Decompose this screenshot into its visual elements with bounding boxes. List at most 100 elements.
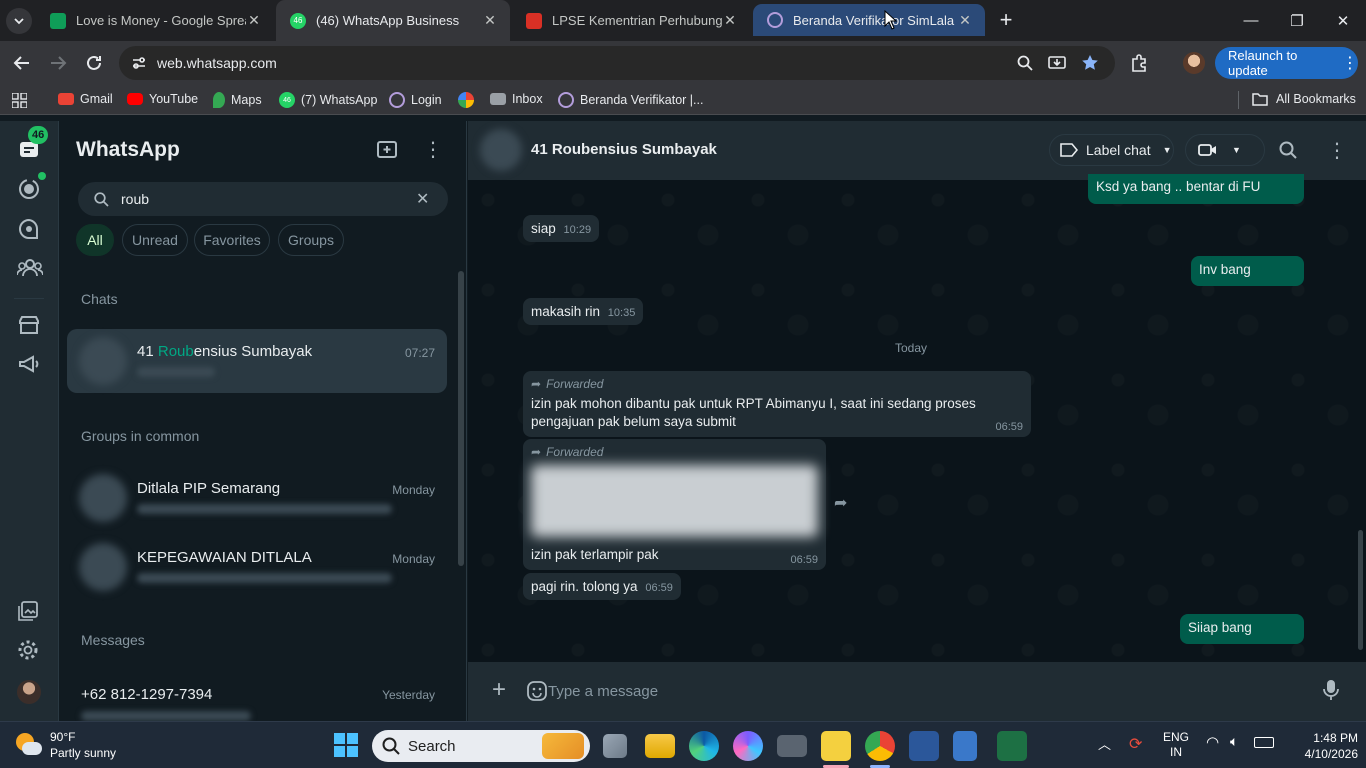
message-result[interactable]: +62 812-1297-7394 Yesterday — [67, 673, 447, 721]
profile-avatar[interactable] — [17, 680, 41, 704]
start-button[interactable] — [334, 733, 358, 757]
camera-icon[interactable] — [777, 735, 807, 757]
contact-name[interactable]: 41 Roubensius Sumbayak — [531, 141, 717, 158]
reload-button[interactable] — [82, 51, 106, 75]
word-icon[interactable] — [909, 731, 939, 761]
minimize-button[interactable]: — — [1228, 0, 1274, 41]
copilot-icon[interactable] — [733, 731, 763, 761]
task-view-icon[interactable] — [603, 734, 627, 758]
catalog-nav-button[interactable] — [17, 313, 41, 337]
taskbar-search[interactable]: Search — [372, 730, 590, 762]
label-chat-button[interactable]: Label chat ▼ — [1049, 134, 1174, 166]
bookmark-gmail[interactable]: Gmail — [58, 92, 113, 106]
group-result-ditlala-pip[interactable]: Ditlala PIP Semarang Monday — [67, 466, 447, 530]
bookmark-youtube[interactable]: YouTube — [127, 92, 198, 106]
new-tab-button[interactable]: + — [994, 9, 1018, 33]
message-incoming-forwarded-media[interactable]: ➦ Forwarded izin pak terlampir pak 06:59 — [523, 439, 826, 570]
tab-whatsapp[interactable]: 46 (46) WhatsApp Business ✕ — [276, 0, 510, 41]
group-result-kepegawaian[interactable]: KEPEGAWAIAN DITLALA Monday — [67, 535, 447, 599]
bookmark-verifikator[interactable]: Beranda Verifikator |... — [558, 92, 703, 108]
file-explorer-icon[interactable] — [645, 734, 675, 758]
site-info-icon[interactable] — [131, 55, 147, 71]
chrome-icon[interactable] — [865, 731, 895, 761]
message-outgoing[interactable]: Siiap bang — [1180, 614, 1304, 644]
media-nav-button[interactable] — [17, 600, 41, 624]
scrollbar[interactable] — [458, 271, 464, 566]
close-icon[interactable]: ✕ — [722, 12, 738, 29]
communities-nav-button[interactable] — [17, 256, 43, 280]
settings-nav-button[interactable] — [17, 639, 41, 663]
language-indicator[interactable]: ENG IN — [1163, 730, 1189, 760]
profile-avatar[interactable] — [1183, 52, 1205, 74]
close-window-button[interactable]: ✕ — [1320, 0, 1366, 41]
message-incoming[interactable]: makasih rin 10:35 — [523, 298, 644, 325]
emoji-icon[interactable] — [527, 681, 547, 701]
apps-grid-icon[interactable] — [12, 93, 27, 108]
close-icon[interactable]: ✕ — [957, 12, 973, 29]
relaunch-button[interactable]: Relaunch to update ⋮ — [1215, 47, 1358, 79]
search-box[interactable]: roub ✕ — [78, 182, 448, 216]
clock[interactable]: 1:48 PM 4/10/2026 — [1288, 730, 1358, 762]
group-name: KEPEGAWAIAN DITLALA — [137, 549, 312, 566]
status-nav-button[interactable] — [17, 172, 46, 201]
restore-button[interactable]: ❐ — [1274, 0, 1320, 41]
tab-simlala[interactable]: Beranda Verifikator SimLala ✕ — [753, 4, 985, 36]
weather-widget[interactable]: 90°F Partly sunny — [10, 729, 130, 763]
filter-favorites[interactable]: Favorites — [194, 224, 270, 256]
message-incoming[interactable]: siap 10:29 — [523, 215, 600, 242]
filter-all[interactable]: All — [76, 224, 114, 256]
bookmark-star-icon[interactable] — [1081, 54, 1099, 72]
message-incoming-forwarded[interactable]: ➦ Forwarded izin pak mohon dibantu pak un… — [523, 371, 1031, 437]
message-outgoing[interactable]: Inv bang — [1191, 256, 1304, 286]
microphone-icon[interactable] — [1322, 679, 1340, 701]
bookmark-inbox[interactable]: Inbox — [490, 92, 543, 106]
calculator-icon[interactable] — [953, 731, 977, 761]
message-input[interactable] — [548, 671, 1308, 711]
forward-button[interactable] — [46, 51, 70, 75]
wifi-icon[interactable]: ◠ — [1206, 733, 1219, 751]
chat-scrollbar[interactable] — [1358, 530, 1363, 650]
forward-message-button[interactable]: ➦ — [834, 493, 847, 513]
menu-icon[interactable]: ⋮ — [423, 137, 443, 162]
all-bookmarks[interactable]: All Bookmarks — [1252, 92, 1356, 106]
address-bar[interactable]: web.whatsapp.com — [119, 46, 1115, 80]
tray-overflow-icon[interactable]: ︿ — [1098, 734, 1111, 753]
battery-icon[interactable] — [1254, 737, 1274, 748]
install-app-icon[interactable] — [1048, 54, 1066, 72]
bookmark-whatsapp[interactable]: 46 (7) WhatsApp — [279, 92, 377, 108]
channels-nav-button[interactable] — [17, 217, 41, 241]
extensions-button[interactable] — [1128, 51, 1152, 75]
sync-icon[interactable]: ⟳ — [1129, 734, 1142, 754]
contact-avatar[interactable] — [480, 129, 522, 171]
search-input[interactable]: roub — [121, 191, 149, 207]
search-icon[interactable] — [1279, 141, 1297, 159]
tab-google-sheets[interactable]: Love is Money - Google Spread ✕ — [36, 0, 274, 41]
edge-icon[interactable] — [689, 731, 719, 761]
tab-lpse[interactable]: LPSE Kementrian Perhubungan ✕ — [512, 0, 750, 41]
back-button[interactable] — [10, 51, 34, 75]
attach-button[interactable]: + — [492, 675, 506, 705]
volume-icon[interactable]: 🔈︎ — [1230, 733, 1238, 750]
sticky-notes-icon[interactable] — [821, 731, 851, 761]
blurred-attachment[interactable] — [531, 465, 818, 537]
menu-icon[interactable]: ⋮ — [1327, 138, 1347, 163]
ads-nav-button[interactable] — [17, 352, 41, 376]
chats-nav-button[interactable]: 46 — [17, 126, 49, 162]
bookmark-maps[interactable]: Maps — [213, 92, 262, 108]
excel-icon[interactable] — [997, 731, 1027, 761]
bookmarks-divider — [1238, 91, 1239, 109]
chat-result-roubensius[interactable]: 41 Roubensius Sumbayak 07:27 — [67, 329, 447, 393]
close-icon[interactable]: ✕ — [482, 12, 498, 29]
new-chat-icon[interactable] — [377, 140, 399, 160]
clear-search-icon[interactable]: ✕ — [416, 189, 429, 209]
close-icon[interactable]: ✕ — [246, 12, 262, 29]
message-outgoing[interactable]: Ksd ya bang .. bentar di FU — [1088, 174, 1304, 204]
filter-unread[interactable]: Unread — [122, 224, 188, 256]
video-call-button[interactable]: ▼ — [1185, 134, 1265, 166]
bookmark-photos[interactable] — [458, 92, 480, 108]
bookmark-login[interactable]: Login — [389, 92, 442, 108]
message-incoming[interactable]: pagi rin. tolong ya 06:59 — [523, 573, 681, 600]
tab-search-button[interactable] — [6, 8, 32, 34]
filter-groups[interactable]: Groups — [278, 224, 344, 256]
zoom-icon[interactable] — [1017, 55, 1033, 71]
